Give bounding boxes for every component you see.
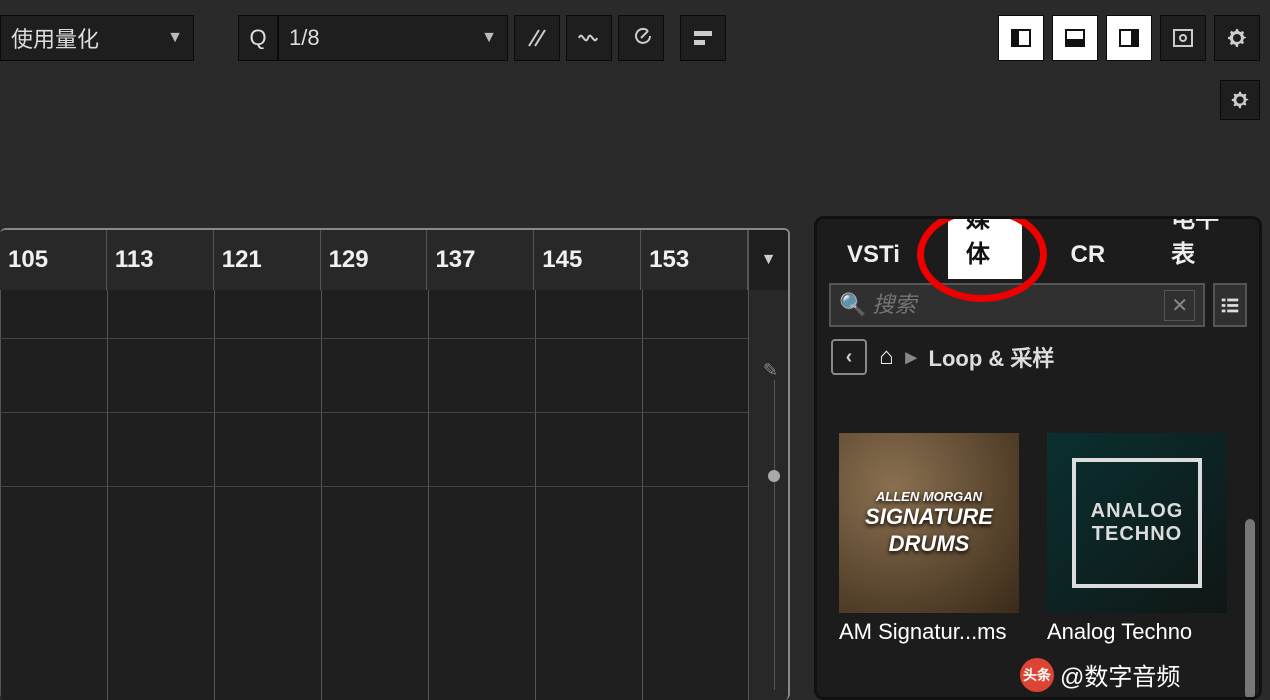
quantize-toggle[interactable]: Q (238, 15, 278, 61)
align-button[interactable] (680, 15, 726, 61)
media-item[interactable]: ALLEN MORGAN SIGNATURE DRUMS AM Signatur… (839, 433, 1019, 645)
watermark-text: @数字音频 (1060, 657, 1180, 692)
ruler-mark: 137 (427, 230, 534, 290)
ruler-mark: 121 (214, 230, 321, 290)
zoom-slider[interactable] (774, 380, 775, 690)
home-icon[interactable]: ⌂ (879, 343, 894, 371)
media-thumbnail: ANALOG TECHNO (1047, 433, 1227, 613)
tab-cr[interactable]: CR (1052, 231, 1123, 279)
media-thumbnail: ALLEN MORGAN SIGNATURE DRUMS (839, 433, 1019, 613)
watermark: 头条 @数字音频 (1020, 657, 1180, 692)
chevron-down-icon: ▼ (167, 29, 183, 47)
zoom-slider-thumb[interactable] (768, 470, 780, 482)
chevron-down-icon: ▼ (481, 29, 497, 47)
search-input[interactable] (872, 292, 1164, 318)
q-label: Q (249, 25, 266, 51)
vertical-zoom-strip: ✎ (748, 290, 788, 700)
breadcrumb-path[interactable]: Loop & 采样 (929, 341, 1055, 373)
settings-button[interactable] (1214, 15, 1260, 61)
timeline-ruler[interactable]: 105 113 121 129 137 145 153 ▼ (0, 230, 788, 290)
search-box[interactable]: 🔍 ✕ (829, 283, 1205, 327)
main-toolbar: 使用量化 ▼ Q 1/8 ▼ (0, 14, 1270, 62)
panel-settings-button[interactable] (1220, 80, 1260, 120)
window-layout-group (992, 15, 1260, 61)
setup-layout-button[interactable] (1160, 15, 1206, 61)
resolution-label: 1/8 (289, 25, 320, 51)
track-grid-body[interactable] (0, 290, 788, 700)
tab-vsti[interactable]: VSTi (829, 231, 918, 279)
ruler-mark: 153 (641, 230, 748, 290)
ruler-mark: 145 (534, 230, 641, 290)
clear-search-button[interactable]: ✕ (1164, 290, 1195, 321)
media-panel: VSTi 媒体 CR 电平表 🔍 ✕ ‹ ⌂ ▸ Loop & 采样 ALLEN… (814, 216, 1262, 700)
ruler-mark: 113 (107, 230, 214, 290)
pencil-icon: ✎ (763, 360, 778, 381)
quantize-resolution-dropdown[interactable]: 1/8 ▼ (278, 15, 508, 61)
back-button[interactable]: ‹ (831, 339, 867, 375)
quantize-mode-label: 使用量化 (11, 22, 99, 54)
ruler-options-dropdown[interactable]: ▼ (748, 230, 788, 290)
layout-left-button[interactable] (998, 15, 1044, 61)
media-thumbnails: ALLEN MORGAN SIGNATURE DRUMS AM Signatur… (817, 387, 1259, 645)
search-row: 🔍 ✕ (817, 283, 1259, 327)
list-view-button[interactable] (1213, 283, 1247, 327)
breadcrumb: ‹ ⌂ ▸ Loop & 采样 (817, 327, 1259, 387)
media-item[interactable]: ANALOG TECHNO Analog Techno (1047, 433, 1227, 645)
ruler-mark: 129 (321, 230, 428, 290)
media-label: Analog Techno (1047, 619, 1227, 645)
layout-right-button[interactable] (1106, 15, 1152, 61)
chevron-down-icon: ▼ (761, 251, 777, 269)
layout-bottom-button[interactable] (1052, 15, 1098, 61)
quantize-mode-dropdown[interactable]: 使用量化 ▼ (0, 15, 194, 61)
scrollbar-thumb[interactable] (1245, 519, 1255, 699)
watermark-badge: 头条 (1020, 658, 1054, 692)
panel-tabs: VSTi 媒体 CR 电平表 (817, 219, 1259, 279)
audio-warp-button[interactable] (566, 15, 612, 61)
ruler-mark: 105 (0, 230, 107, 290)
breadcrumb-separator-icon: ▸ (906, 344, 917, 370)
media-label: AM Signatur...ms (839, 619, 1019, 645)
timeline-grid: 105 113 121 129 137 145 153 ▼ ✎ (0, 228, 790, 700)
tab-meter[interactable]: 电平表 (1153, 216, 1247, 279)
search-icon: 🔍 (839, 292, 866, 318)
quantize-settings-button[interactable] (618, 15, 664, 61)
soft-quantize-button[interactable] (514, 15, 560, 61)
tab-media[interactable]: 媒体 (948, 216, 1023, 279)
